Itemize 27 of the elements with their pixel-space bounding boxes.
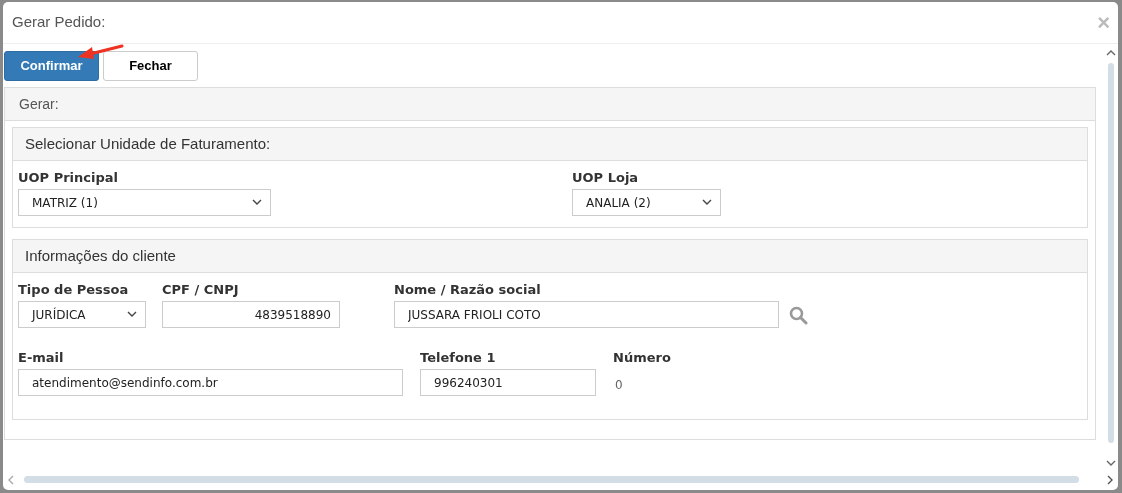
field-label: Telefone 1 — [420, 349, 497, 367]
dropdown[interactable]: ANALIA (2) — [572, 189, 721, 216]
dialog-title: Gerar Pedido: — [12, 12, 106, 33]
section-title: Selecionar Unidade de Faturamento: — [25, 133, 271, 154]
dropdown[interactable]: MATRIZ (1) — [18, 189, 271, 216]
panel-title: Gerar: — [19, 94, 59, 114]
close-dialog-button[interactable]: Fechar — [103, 51, 198, 81]
field-label: Tipo de Pessoa — [18, 281, 130, 299]
pointer-arrow — [76, 42, 124, 62]
input-field[interactable]: atendimento@sendinfo.com.br — [18, 369, 403, 396]
input-field[interactable]: 4839518890 — [162, 301, 340, 328]
input-field[interactable]: JUSSARA FRIOLI COTO — [394, 301, 779, 328]
chevron-icon — [252, 199, 262, 206]
input-field[interactable]: 996240301 — [420, 369, 596, 396]
field-label: Número — [613, 349, 672, 367]
confirm-button[interactable]: Confirmar — [4, 51, 99, 81]
field-label: UOP Principal — [18, 169, 119, 187]
section-title: Informações do cliente — [25, 245, 176, 266]
field-label: E-mail — [18, 349, 65, 367]
field-label: CPF / CNPJ — [162, 281, 240, 299]
field-label: Nome / Razão social — [394, 281, 542, 299]
field-label: UOP Loja — [572, 169, 640, 187]
chevron-icon — [127, 311, 137, 318]
dropdown[interactable]: JURÍDICA — [18, 301, 146, 328]
search-icon[interactable] — [789, 306, 808, 325]
field-value: 0 — [614, 377, 624, 394]
chevron-icon — [702, 199, 712, 206]
